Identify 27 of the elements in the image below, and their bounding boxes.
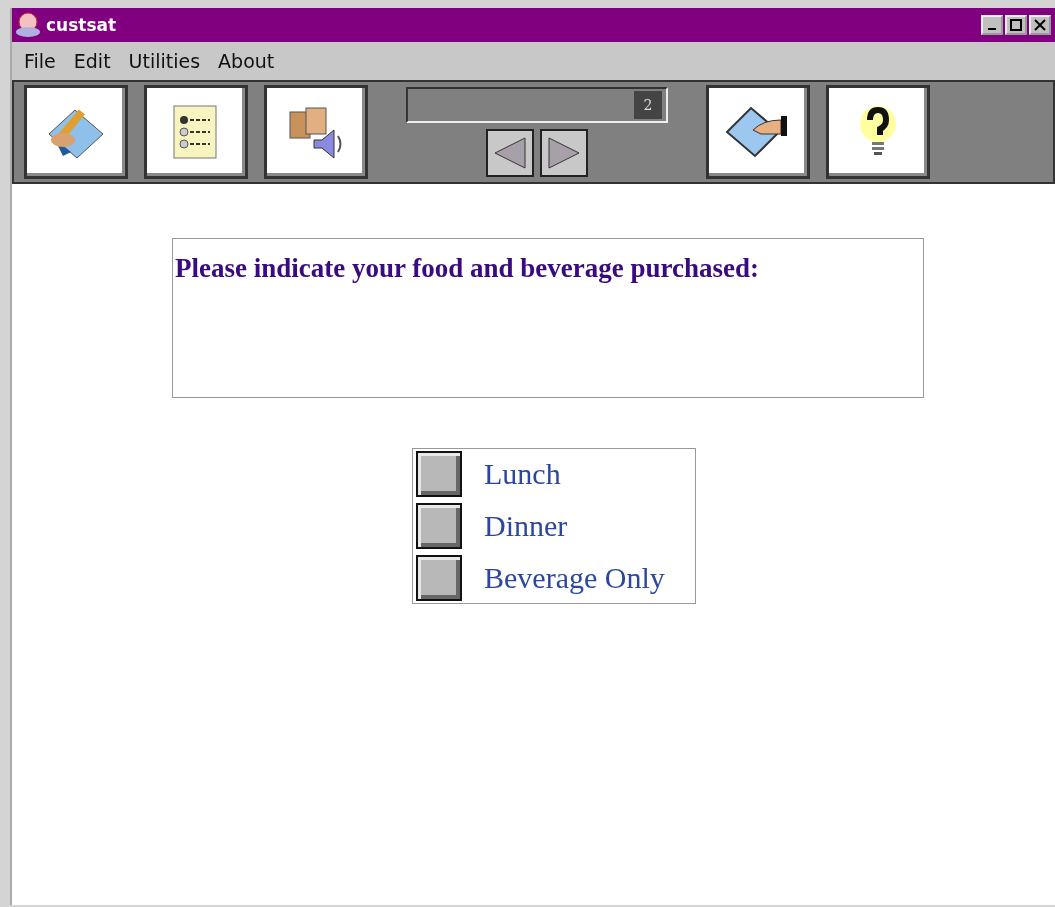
- option-label: Dinner: [484, 509, 568, 543]
- toolbar-button[interactable]: [706, 85, 810, 179]
- page-number: 2: [634, 91, 662, 119]
- menu-item[interactable]: Utilities: [120, 50, 209, 72]
- toolbar-button[interactable]: [144, 85, 248, 179]
- checkbox[interactable]: [416, 451, 462, 497]
- toolbar-button[interactable]: [264, 85, 368, 179]
- window-title: custsat: [46, 15, 118, 35]
- option-label: Lunch: [484, 457, 561, 491]
- maximize-icon: [1010, 19, 1022, 31]
- menu-item[interactable]: Edit: [65, 50, 119, 72]
- option-label: Beverage Only: [484, 561, 665, 595]
- next-button[interactable]: [540, 129, 588, 177]
- minimize-button[interactable]: [981, 15, 1003, 35]
- previous-button[interactable]: [486, 129, 534, 177]
- maximize-button[interactable]: [1005, 15, 1027, 35]
- toolbar-button[interactable]: [826, 85, 930, 179]
- minimize-icon: [988, 28, 996, 30]
- question-text: Please indicate your food and beverage purchased:: [175, 253, 760, 284]
- menu-item[interactable]: About: [210, 50, 283, 72]
- checkbox[interactable]: [416, 555, 462, 601]
- checkbox[interactable]: [416, 503, 462, 549]
- menu-item[interactable]: File: [16, 50, 64, 72]
- toolbar-button[interactable]: [24, 85, 128, 179]
- close-icon: [1034, 19, 1046, 31]
- close-button[interactable]: [1029, 15, 1051, 35]
- app-icon: [14, 12, 42, 38]
